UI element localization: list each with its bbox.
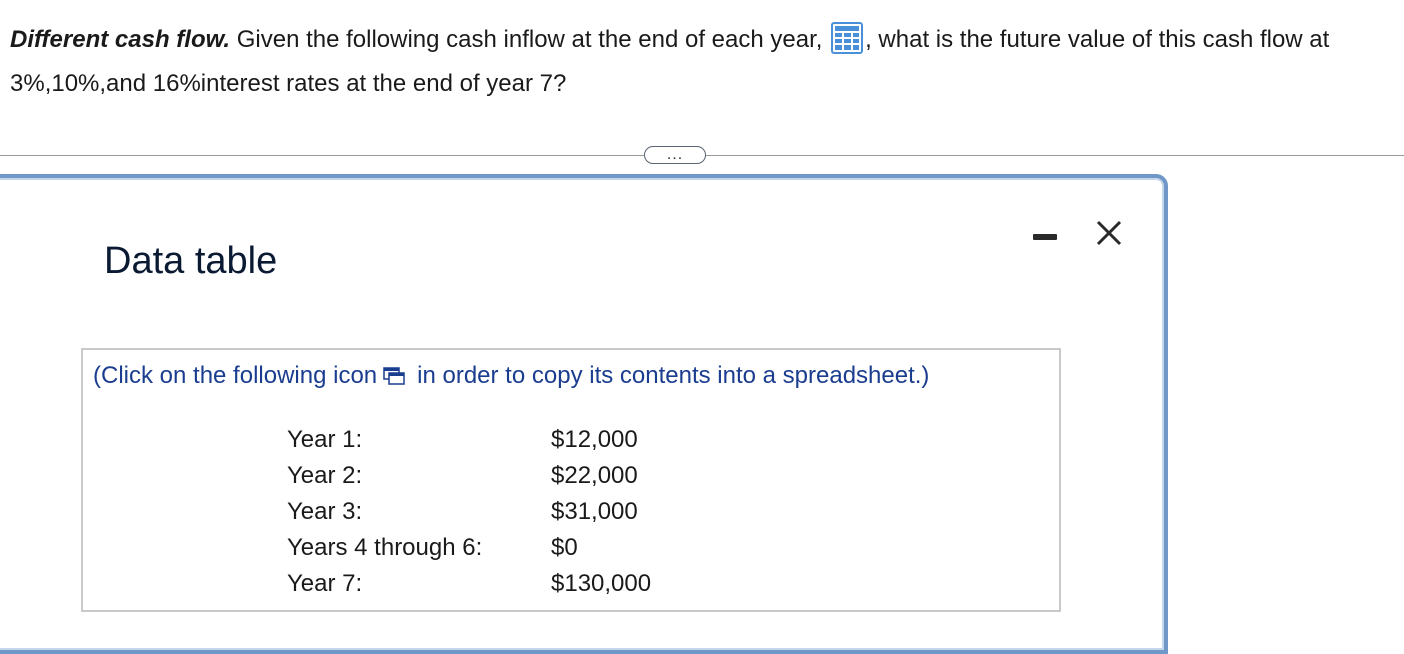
table-row: Year 3: $31,000 [287,494,751,530]
copy-hint-after: in order to copy its contents into a spr… [417,362,930,389]
row-label: Year 1: [287,426,363,453]
question-title: Different cash flow. [10,26,231,53]
row-value: $0 [551,534,578,561]
row-label: Year 2: [287,462,363,489]
row-label: Year 7: [287,570,363,597]
copy-hint: (Click on the following icon in order to… [93,362,929,390]
row-label: Year 3: [287,498,363,525]
minimize-icon[interactable] [1030,220,1062,244]
question-text-before-icon: Given the following cash inflow at the e… [230,26,830,53]
table-row: Year 7: $130,000 [287,566,751,602]
grid-icon[interactable] [831,22,864,54]
question-text: Different cash flow. Given the following… [10,18,1395,106]
cash-flow-table: Year 1: $12,000 Year 2: $22,000 Year 3: … [287,422,751,602]
table-row: Year 2: $22,000 [287,458,751,494]
close-icon[interactable] [1092,216,1126,250]
dialog-title: Data table [104,240,278,282]
data-table-box: (Click on the following icon in order to… [81,348,1061,612]
row-value: $130,000 [551,570,652,597]
table-row: Years 4 through 6: $0 [287,530,751,566]
data-table-dialog: Data table (Click on the following icon … [0,174,1168,654]
row-value: $12,000 [551,426,638,453]
copy-hint-before: (Click on the following icon [93,362,378,389]
expand-button[interactable]: ... [644,146,706,164]
copy-icon[interactable] [383,365,405,385]
table-row: Year 1: $12,000 [287,422,751,458]
row-value: $22,000 [551,462,638,489]
row-value: $31,000 [551,498,638,525]
row-label: Years 4 through 6: [287,534,483,561]
